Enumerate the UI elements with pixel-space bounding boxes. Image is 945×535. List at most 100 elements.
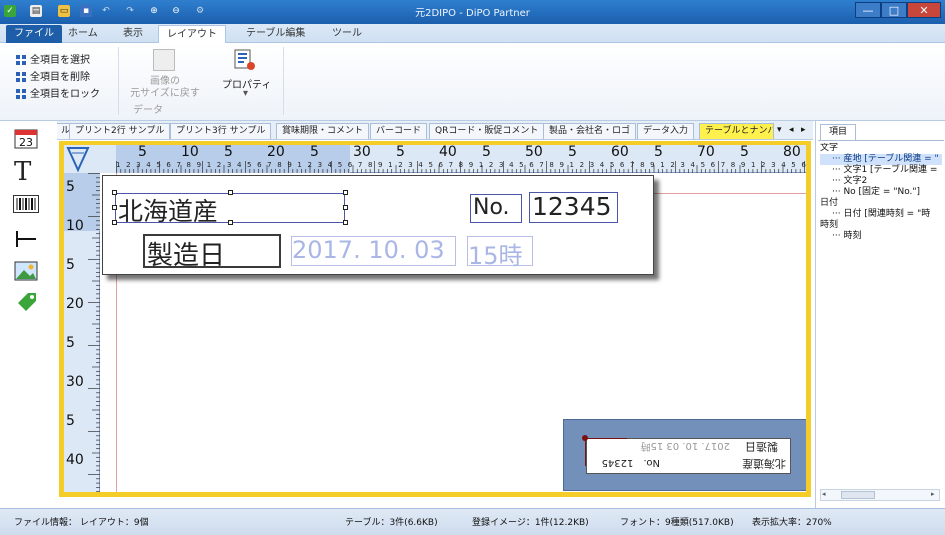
no-value-field[interactable]: 12345 (529, 192, 618, 223)
tab-tools[interactable]: ツール (324, 25, 370, 43)
scroll-left-icon[interactable]: ◂ (822, 490, 826, 498)
tree-item[interactable]: ··· 文字1 [テーブル関連 = (820, 165, 942, 176)
tree-item[interactable]: 時刻 (820, 220, 942, 231)
layout-tab[interactable]: プリント2行 サンプル (69, 123, 171, 139)
resize-handle[interactable] (112, 190, 117, 195)
ruler-top-number: 40 (439, 145, 457, 160)
tree-item[interactable]: ··· 時刻 (820, 231, 942, 242)
ruler-top-number: 5 (740, 145, 749, 160)
grid-icon (16, 55, 27, 65)
resize-handle[interactable] (343, 205, 348, 210)
tab-scroll-left-icon[interactable]: ◂ (789, 125, 794, 135)
tree-item[interactable]: 日付 (820, 198, 942, 209)
origin-field[interactable]: 北海道産 (115, 193, 345, 226)
ruler-top-number: 5 (138, 145, 147, 160)
ribbon-panel: 全項目を選択 全項目を削除 全項目をロック 画像の 元サイズに戻す データ プロパ… (0, 43, 945, 121)
scrollbar-thumb[interactable] (841, 491, 875, 499)
window-title: 元2DIPO - DiPO Partner (415, 8, 530, 19)
minimap-viewport-edge (585, 438, 627, 439)
picture-tool-icon[interactable] (14, 261, 38, 281)
label-preview[interactable]: 北海道産 No. 12345 製造日 2017. 10. 03 15時 (102, 175, 654, 275)
tab-view[interactable]: 表示 (115, 25, 151, 43)
ribbon-separator (118, 47, 119, 115)
layout-tab[interactable]: データ入力 (637, 123, 695, 139)
delete-all-label: 全項目を削除 (30, 72, 90, 83)
restore-size-line1: 画像の (150, 76, 180, 87)
maximize-button[interactable]: □ (881, 2, 907, 18)
tab-items[interactable]: 項目 (820, 124, 856, 140)
ruler-top-number: 5 (224, 145, 233, 160)
restore-size-button[interactable]: 画像の 元サイズに戻す (126, 76, 204, 100)
date-value-field[interactable]: 2017. 10. 03 (291, 236, 456, 266)
ruler-top-number: 20 (267, 145, 285, 160)
resize-handle[interactable] (343, 220, 348, 225)
ruler-left-number: 5 (66, 335, 75, 351)
tab-home[interactable]: ホーム (60, 25, 106, 43)
tab-list-dropdown-icon[interactable]: ▾ (777, 125, 782, 135)
tree-item[interactable]: 文字 (820, 143, 942, 154)
minimap-viewport-edge (585, 438, 586, 466)
date-label-field[interactable]: 製造日 (143, 234, 281, 271)
ruler-left: 5 10 5 20 5 30 5 40 (64, 173, 100, 492)
tree-item[interactable]: ··· 日付 [関連時刻 = "時 (820, 209, 942, 220)
no-label-text: No. (473, 195, 510, 220)
image-icon (153, 49, 175, 71)
layout-tab-active[interactable]: テーブルとナンバ (699, 123, 774, 139)
tag-tool-icon[interactable] (16, 291, 38, 311)
layout-tab[interactable]: プリント3行 サンプル (170, 123, 272, 139)
hour-value-field[interactable]: 15時 (467, 236, 533, 270)
ruler-top-number: 5 (654, 145, 663, 160)
ruler-left-number: 10 (66, 218, 84, 234)
horizontal-scrollbar[interactable]: ◂ ▸ (820, 489, 940, 501)
tab-scroll-right-icon[interactable]: ▸ (801, 125, 806, 135)
group-label-data: データ (133, 105, 163, 116)
layout-tab[interactable]: 賞味期限・コメント (276, 123, 370, 139)
status-table: テーブル：3件(6.6KB) (345, 518, 438, 528)
tab-table-edit[interactable]: テーブル編集 (238, 25, 313, 43)
date-value-text: 2017. 10. 03 (292, 236, 445, 264)
ruler-top-minor: 1 2 3 4 5 6 7 8 9 1 2 3 4 5 6 7 8 9 1 2 … (116, 161, 806, 169)
ruler-left-number: 5 (66, 413, 75, 429)
status-fonts: フォント：9種類(517.0KB) (620, 518, 734, 528)
layout-tab[interactable]: バーコード (370, 123, 428, 139)
barcode-icon[interactable] (13, 195, 39, 213)
minimap-no: No. 12345 (601, 457, 660, 468)
delete-all-button[interactable]: 全項目を削除 (16, 68, 90, 83)
lock-all-button[interactable]: 全項目をロック (16, 85, 100, 100)
tree-item[interactable]: ··· 文字2 (820, 176, 942, 187)
design-canvas[interactable]: 5 10 5 20 5 30 5 40 5 50 5 60 5 70 5 80 1 2 3 4 5 6 7 8… (64, 145, 806, 492)
calendar-icon[interactable]: 23 (14, 127, 38, 149)
text-tool-icon[interactable]: T (14, 157, 31, 187)
layout-tab[interactable]: 製品・会社名・ロゴ (543, 123, 637, 139)
resize-handle[interactable] (343, 190, 348, 195)
no-label-field[interactable]: No. (470, 194, 522, 223)
minimize-button[interactable]: — (855, 2, 881, 18)
ruler-top-number: 30 (353, 145, 371, 160)
item-tree: 文字 ··· 産地 [テーブル関連 = " ··· 文字1 [テーブル関連 = ···… (820, 143, 942, 483)
ruler-top-number: 50 (525, 145, 543, 160)
close-button[interactable]: ✕ (907, 2, 941, 18)
item-panel: 項目 文字 ··· 産地 [テーブル関連 = " ··· 文字1 [テーブル関連 =… (815, 121, 945, 508)
resize-handle[interactable] (112, 205, 117, 210)
ruler-top-number: 80 (783, 145, 801, 160)
resize-handle[interactable] (228, 220, 233, 225)
ruler-top-number: 70 (697, 145, 715, 160)
ruler-top-number: 5 (482, 145, 491, 160)
resize-handle[interactable] (228, 190, 233, 195)
canvas-frame: 5 10 5 20 5 30 5 40 5 50 5 60 5 70 5 80 1 2 3 4 5 6 7 8… (59, 141, 811, 497)
minimap-date-value: 2017. 10. 03 15時 (640, 440, 730, 451)
layout-tab[interactable]: QRコード・販促コメント (429, 123, 545, 139)
tab-layout[interactable]: レイアウト (158, 25, 226, 43)
tree-item[interactable]: ··· 産地 [テーブル関連 = " (820, 154, 942, 165)
select-all-button[interactable]: 全項目を選択 (16, 51, 90, 66)
tree-item[interactable]: ··· No [固定 = "No."] (820, 187, 942, 198)
scroll-right-icon[interactable]: ▸ (931, 490, 935, 498)
restore-size-line2: 元サイズに戻す (130, 88, 200, 99)
resize-handle[interactable] (112, 220, 117, 225)
properties-dropdown-icon[interactable]: ▾ (243, 88, 248, 99)
ruler-top-number: 60 (611, 145, 629, 160)
tab-file[interactable]: ファイル (6, 25, 62, 43)
line-tool-icon[interactable] (14, 229, 38, 249)
date-label-text: 製造日 (147, 241, 226, 271)
navigation-minimap[interactable]: 北海道産 No. 12345 製造日 2017. 10. 03 15時 (563, 419, 806, 491)
